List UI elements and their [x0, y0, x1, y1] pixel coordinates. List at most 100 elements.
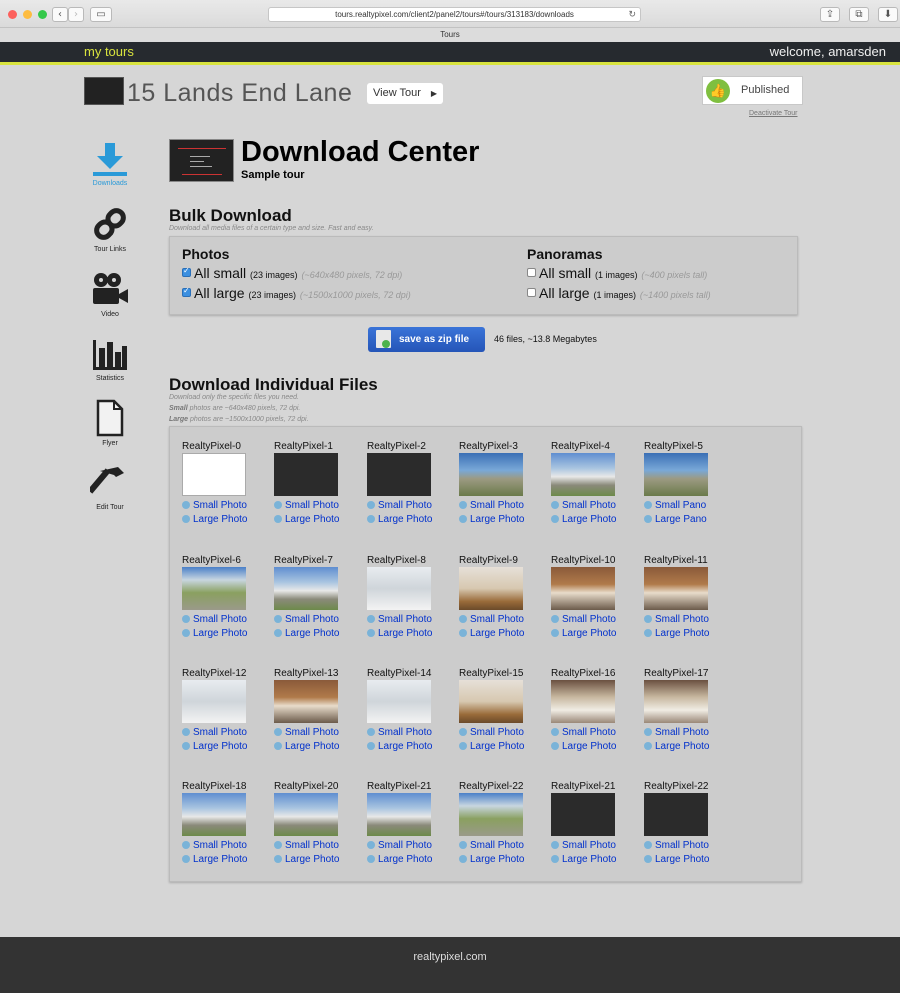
sidebar-item-edit-tour[interactable]: Edit Tour	[84, 465, 136, 511]
large-download-link[interactable]: Large Photo	[274, 628, 364, 639]
large-download-link[interactable]: Large Photo	[459, 741, 549, 752]
file-thumbnail[interactable]	[182, 453, 246, 496]
forward-button[interactable]: ›	[68, 7, 84, 22]
file-thumbnail[interactable]	[274, 453, 338, 496]
small-download-link[interactable]: Small Photo	[367, 500, 457, 511]
large-download-link[interactable]: Large Photo	[274, 741, 364, 752]
reload-icon[interactable]: ↻	[628, 8, 636, 21]
small-download-link[interactable]: Small Photo	[182, 727, 272, 738]
file-thumbnail[interactable]	[367, 567, 431, 610]
large-download-link[interactable]: Large Photo	[182, 741, 272, 752]
small-download-link[interactable]: Small Photo	[367, 614, 457, 625]
large-download-link[interactable]: Large Photo	[274, 854, 364, 865]
large-download-link[interactable]: Large Photo	[551, 514, 641, 525]
file-thumbnail[interactable]	[367, 680, 431, 723]
small-download-link[interactable]: Small Photo	[551, 500, 641, 511]
file-thumbnail[interactable]	[551, 567, 615, 610]
large-download-link[interactable]: Large Photo	[551, 741, 641, 752]
published-toggle[interactable]: 👍 Published	[702, 76, 803, 105]
large-download-link[interactable]: Large Photo	[551, 854, 641, 865]
photos-large-checkbox[interactable]	[182, 286, 191, 297]
file-thumbnail[interactable]	[274, 567, 338, 610]
small-download-link[interactable]: Small Photo	[274, 840, 364, 851]
large-download-link[interactable]: Large Photo	[644, 628, 734, 639]
file-thumbnail[interactable]	[182, 793, 246, 836]
file-thumbnail[interactable]	[182, 567, 246, 610]
large-download-link[interactable]: Large Photo	[644, 854, 734, 865]
sidebar-item-statistics[interactable]: Statistics	[84, 338, 136, 382]
small-download-link[interactable]: Small Photo	[367, 840, 457, 851]
my-tours-link[interactable]: my tours	[84, 44, 134, 59]
large-download-link[interactable]: Large Photo	[459, 628, 549, 639]
sidebar-item-video[interactable]: Video	[84, 272, 136, 318]
photos-all-large-option[interactable]: All large (23 images) (~1500x1000 pixels…	[182, 285, 411, 301]
small-download-link[interactable]: Small Photo	[644, 614, 734, 625]
large-download-link[interactable]: Large Photo	[459, 514, 549, 525]
save-as-zip-button[interactable]: save as zip file	[368, 327, 485, 352]
photos-all-small-option[interactable]: All small (23 images) (~640x480 pixels, …	[182, 265, 402, 281]
small-download-link[interactable]: Small Photo	[182, 840, 272, 851]
file-thumbnail[interactable]	[182, 680, 246, 723]
panoramas-small-checkbox[interactable]	[527, 268, 536, 277]
file-thumbnail[interactable]	[274, 793, 338, 836]
large-download-link[interactable]: Large Pano	[644, 514, 734, 525]
small-download-link[interactable]: Small Photo	[367, 727, 457, 738]
file-thumbnail[interactable]	[644, 567, 708, 610]
file-thumbnail[interactable]	[551, 680, 615, 723]
file-thumbnail[interactable]	[367, 793, 431, 836]
zoom-window-button[interactable]	[38, 10, 47, 19]
small-download-link[interactable]: Small Photo	[274, 500, 364, 511]
small-download-link[interactable]: Small Photo	[459, 840, 549, 851]
file-thumbnail[interactable]	[459, 793, 523, 836]
tabs-button[interactable]: ⧉	[849, 7, 869, 22]
tab-title[interactable]: Tours	[0, 27, 900, 42]
large-download-link[interactable]: Large Photo	[182, 628, 272, 639]
small-download-link[interactable]: Small Photo	[551, 614, 641, 625]
sidebar-item-downloads[interactable]: Downloads	[84, 143, 136, 187]
welcome-user[interactable]: welcome, amarsden	[770, 44, 886, 59]
large-download-link[interactable]: Large Photo	[182, 514, 272, 525]
small-download-link[interactable]: Small Photo	[182, 500, 272, 511]
small-download-link[interactable]: Small Photo	[551, 840, 641, 851]
file-thumbnail[interactable]	[459, 680, 523, 723]
address-bar[interactable]: tours.realtypixel.com/client2/panel2/tou…	[268, 7, 641, 22]
downloads-button[interactable]: ⬇	[878, 7, 898, 22]
small-download-link[interactable]: Small Photo	[459, 727, 549, 738]
file-thumbnail[interactable]	[644, 453, 708, 496]
small-download-link[interactable]: Small Photo	[182, 614, 272, 625]
panoramas-large-checkbox[interactable]	[527, 288, 536, 297]
sidebar-toggle-button[interactable]: ▭	[90, 7, 112, 22]
large-download-link[interactable]: Large Photo	[182, 854, 272, 865]
large-download-link[interactable]: Large Photo	[367, 628, 457, 639]
small-download-link[interactable]: Small Photo	[274, 727, 364, 738]
file-thumbnail[interactable]	[644, 680, 708, 723]
sidebar-item-tour-links[interactable]: Tour Links	[84, 205, 136, 253]
small-download-link[interactable]: Small Photo	[274, 614, 364, 625]
footer-link[interactable]: realtypixel.com	[413, 951, 486, 963]
small-download-link[interactable]: Small Pano	[644, 500, 734, 511]
large-download-link[interactable]: Large Photo	[551, 628, 641, 639]
minimize-window-button[interactable]	[23, 10, 32, 19]
back-button[interactable]: ‹	[52, 7, 68, 22]
share-button[interactable]: ⇪	[820, 7, 840, 22]
file-thumbnail[interactable]	[551, 453, 615, 496]
large-download-link[interactable]: Large Photo	[274, 514, 364, 525]
close-window-button[interactable]	[8, 10, 17, 19]
small-download-link[interactable]: Small Photo	[644, 727, 734, 738]
small-download-link[interactable]: Small Photo	[644, 840, 734, 851]
large-download-link[interactable]: Large Photo	[367, 514, 457, 525]
file-thumbnail[interactable]	[367, 453, 431, 496]
file-thumbnail[interactable]	[274, 680, 338, 723]
large-download-link[interactable]: Large Photo	[644, 741, 734, 752]
photos-small-checkbox[interactable]	[182, 266, 191, 277]
large-download-link[interactable]: Large Photo	[459, 854, 549, 865]
small-download-link[interactable]: Small Photo	[551, 727, 641, 738]
small-download-link[interactable]: Small Photo	[459, 500, 549, 511]
large-download-link[interactable]: Large Photo	[367, 741, 457, 752]
sidebar-item-flyer[interactable]: Flyer	[84, 399, 136, 447]
file-thumbnail[interactable]	[551, 793, 615, 836]
file-thumbnail[interactable]	[644, 793, 708, 836]
panoramas-all-large-option[interactable]: All large (1 images) (~1400 pixels tall)	[527, 285, 711, 301]
file-thumbnail[interactable]	[459, 453, 523, 496]
file-thumbnail[interactable]	[459, 567, 523, 610]
